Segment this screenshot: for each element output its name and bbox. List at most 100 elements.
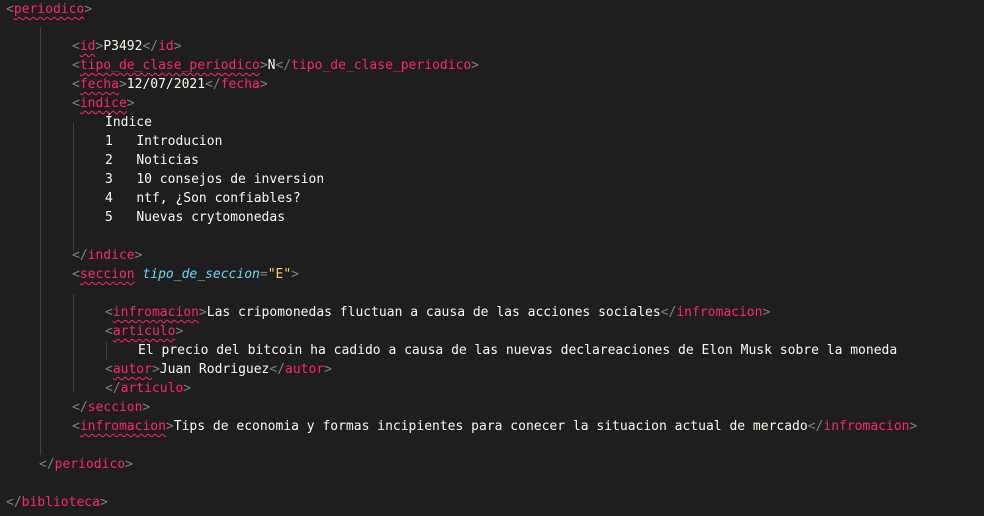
tag-bracket: < — [72, 419, 80, 434]
tag-bracket: < — [72, 267, 80, 282]
tag-bracket: > — [165, 419, 174, 434]
tag-bracket: < — [6, 2, 14, 17]
tag-name: tipo_de_clase_periodico — [79, 58, 260, 73]
code-line[interactable]: <periodico> — [6, 0, 92, 19]
tag-bracket: < — [72, 58, 80, 73]
element-value: Tips de economia y formas incipientes pa… — [173, 419, 808, 434]
tag-name: tipo_de_clase_periodico — [291, 58, 472, 73]
attribute-equals: = — [259, 267, 268, 282]
tag-name: seccion — [87, 400, 143, 415]
code-line[interactable]: </seccion> — [72, 398, 150, 417]
code-line[interactable]: <autor>Juan Rodriguez</autor> — [105, 360, 332, 379]
code-line[interactable]: </periodico> — [39, 455, 133, 474]
code-line[interactable]: <seccion tipo_de_seccion="E"> — [72, 265, 299, 284]
code-line[interactable]: </articulo> — [105, 379, 191, 398]
tag-bracket: > — [471, 58, 479, 73]
code-line[interactable]: </indice> — [72, 246, 142, 265]
indice-item-label: Noticias — [136, 153, 199, 168]
indice-item-number: 1 — [105, 134, 113, 149]
tag-bracket: > — [909, 419, 918, 434]
code-line[interactable]: <infromacion>Las cripomonedas fluctuan a… — [105, 303, 770, 322]
tag-bracket: < — [72, 96, 80, 111]
tag-name: articulo — [112, 324, 176, 339]
element-value: N — [267, 58, 276, 73]
attribute-quote: " — [267, 267, 276, 282]
tag-bracket: </ — [142, 39, 159, 54]
indice-item-label: 10 consejos de inversion — [136, 172, 325, 187]
indent-guide — [40, 27, 41, 455]
tag-bracket: > — [324, 362, 332, 377]
tag-name: infromacion — [79, 419, 166, 434]
code-editor[interactable]: <periodico> <id>P3492</id> <tipo_de_clas… — [0, 0, 984, 516]
tag-bracket: < — [105, 305, 113, 320]
tag-bracket: > — [142, 400, 151, 415]
tag-bracket: </ — [39, 457, 55, 472]
tag-bracket: < — [105, 362, 113, 377]
indice-item-number: 2 — [105, 153, 113, 168]
indice-item-number: 3 — [105, 172, 113, 187]
indice-item-number: 4 — [105, 191, 113, 206]
tag-bracket: > — [118, 77, 127, 92]
code-line[interactable]: </biblioteca> — [6, 493, 108, 512]
tag-name: periodico — [54, 457, 126, 472]
element-value: 12/07/2021 — [126, 77, 206, 92]
tag-bracket: </ — [660, 305, 677, 320]
tag-bracket: > — [99, 495, 108, 510]
tag-bracket: > — [259, 77, 268, 92]
articulo-text[interactable]: El precio del bitcoin ha cadido a causa … — [138, 341, 897, 360]
indice-item-label: Nuevas crytomonedas — [136, 210, 286, 225]
tag-name: autor — [112, 362, 152, 377]
indice-item[interactable]: 3 10 consejos de inversion — [105, 170, 324, 189]
tag-name: indice — [87, 248, 135, 263]
element-value: Juan Rodriguez — [159, 362, 270, 377]
indice-item[interactable]: 5 Nuevas crytomonedas — [105, 208, 285, 227]
tag-bracket: </ — [275, 58, 292, 73]
indice-item[interactable]: 1 Introducion — [105, 132, 222, 151]
indice-item-label: ntf, ¿Son confiables? — [136, 191, 301, 206]
tag-name: fecha — [79, 77, 119, 92]
code-line[interactable]: <articulo> — [105, 322, 183, 341]
indice-item-number: 5 — [105, 210, 113, 225]
tag-bracket: > — [84, 2, 93, 17]
tag-bracket: < — [72, 39, 80, 54]
indent-guide — [106, 342, 107, 360]
tag-bracket: > — [173, 39, 182, 54]
code-line[interactable]: <fecha>12/07/2021</fecha> — [72, 75, 268, 94]
indice-heading[interactable]: Índice — [105, 113, 152, 132]
tag-bracket: > — [151, 362, 160, 377]
tag-bracket: > — [134, 248, 143, 263]
tag-bracket: </ — [105, 381, 121, 396]
tag-name: fecha — [220, 77, 260, 92]
tag-bracket: > — [259, 58, 268, 73]
tag-name: id — [79, 39, 96, 54]
tag-bracket: </ — [807, 419, 824, 434]
indent-guide — [73, 294, 74, 392]
tag-bracket: > — [762, 305, 771, 320]
tag-bracket: </ — [269, 362, 286, 377]
tag-name: articulo — [120, 381, 184, 396]
tag-bracket: > — [291, 267, 299, 282]
code-line[interactable]: <infromacion>Tips de economia y formas i… — [72, 417, 917, 436]
tag-bracket: > — [198, 305, 207, 320]
code-line[interactable]: <tipo_de_clase_periodico>N</tipo_de_clas… — [72, 56, 479, 75]
attribute-quote: " — [283, 267, 292, 282]
tag-bracket: < — [105, 324, 113, 339]
tag-bracket: </ — [205, 77, 221, 92]
indent-guide — [73, 123, 74, 251]
tag-bracket: > — [175, 324, 184, 339]
code-line[interactable]: <id>P3492</id> — [72, 37, 182, 56]
attribute-name: tipo_de_seccion — [142, 267, 260, 282]
tag-name: infromacion — [823, 419, 910, 434]
indice-item[interactable]: 4 ntf, ¿Son confiables? — [105, 189, 301, 208]
tag-bracket: > — [126, 96, 135, 111]
tag-name: periodico — [13, 2, 85, 17]
indice-item-label: Introducion — [136, 134, 223, 149]
tag-name: indice — [79, 96, 127, 111]
tag-name: id — [158, 39, 174, 54]
tag-name: infromacion — [676, 305, 763, 320]
tag-name: infromacion — [112, 305, 199, 320]
code-line[interactable]: <indice> — [72, 94, 135, 113]
indice-item[interactable]: 2 Noticias — [105, 151, 199, 170]
element-value: P3492 — [103, 39, 143, 54]
tag-name: autor — [285, 362, 325, 377]
